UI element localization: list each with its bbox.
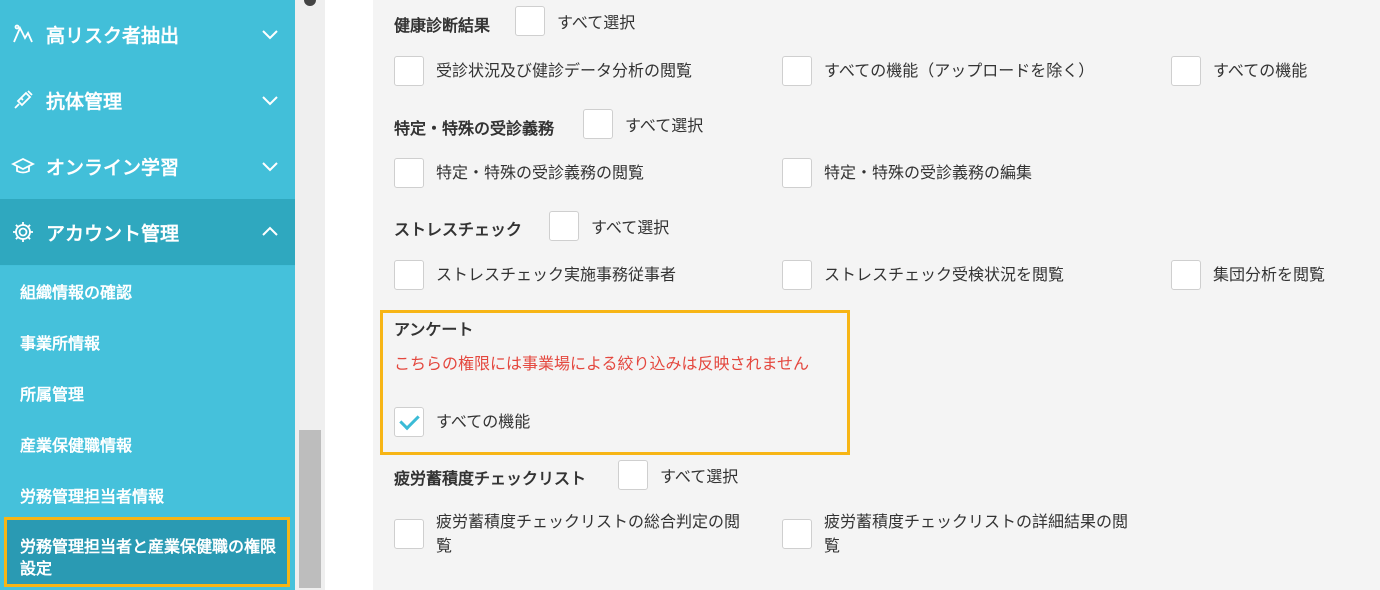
option-label: 疲労蓄積度チェックリストの総合判定の閲覧 [436,512,741,555]
option-label: すべての機能 [1213,61,1308,80]
permission-panel [373,0,1380,590]
option-checkup-all-except-upload[interactable]: すべての機能（アップロードを除く） [782,56,1094,86]
menu-label: 高リスク者抽出 [46,24,180,47]
option-special-exam-view[interactable]: 特定・特殊の受診義務の閲覧 [394,158,644,188]
submenu-labor-manager[interactable]: 労務管理担当者情報 [20,483,164,507]
option-label: 特定・特殊の受診義務の閲覧 [436,163,645,182]
menu-item-account-management[interactable]: アカウント管理 [0,199,295,265]
option-checkup-data-view[interactable]: 受診状況及び健診データ分析の閲覧 [394,56,692,86]
gear-icon [10,219,36,245]
chevron-down-icon [259,155,281,177]
select-all-stress-check[interactable]: すべて選択 [549,211,669,241]
submenu-department[interactable]: 所属管理 [20,381,84,405]
submenu-org-info[interactable]: 組織情報の確認 [20,279,132,303]
chevron-up-icon [259,221,281,243]
option-fatigue-overall-view[interactable]: 疲労蓄積度チェックリストの総合判定の閲覧 [394,510,754,558]
option-stress-practitioner[interactable]: ストレスチェック実施事務従事者 [394,260,676,290]
option-label: 疲労蓄積度チェックリストの詳細結果の閲覧 [824,512,1129,555]
section-title-survey: アンケート [394,320,474,339]
menu-item-high-risk[interactable]: 高リスク者抽出 [0,1,295,67]
menu-label: オンライン学習 [46,156,180,179]
option-stress-status-view[interactable]: ストレスチェック受検状況を閲覧 [782,260,1064,290]
graduation-cap-icon [10,153,36,179]
checkbox[interactable] [549,211,579,241]
option-fatigue-detail-view[interactable]: 疲労蓄積度チェックリストの詳細結果の閲覧 [782,510,1142,558]
checkbox[interactable] [782,56,812,86]
submenu-label: 労務管理担当者と産業保健職の権限設定 [20,537,277,578]
checkbox[interactable] [394,56,424,86]
submenu-office-info[interactable]: 事業所情報 [20,330,100,354]
section-title-stress-check: ストレスチェック [394,220,523,239]
checkbox[interactable] [515,6,545,36]
option-label: すべての機能 [436,412,531,431]
checkbox[interactable] [782,158,812,188]
sidebar: 高リスク者抽出 抗体管理 オンライン学習 アカウント管理 組織情報の確認 事業所 [0,0,295,590]
option-checkup-all[interactable]: すべての機能 [1171,56,1307,86]
checkbox-checked[interactable] [394,407,424,437]
submenu-permission-settings[interactable]: 労務管理担当者と産業保健職の権限設定 [4,517,290,587]
checkbox[interactable] [394,519,424,549]
survey-warning-text: こちらの権限には事業場による絞り込みは反映されません [394,354,810,373]
option-label: 特定・特殊の受診義務の編集 [824,163,1033,182]
scroll-up-arrow-icon[interactable] [304,0,316,6]
option-label: すべての機能（アップロードを除く） [824,61,1095,80]
scrollbar[interactable] [295,0,325,590]
section-title-health-checkup: 健康診断結果 [394,16,491,35]
checkbox[interactable] [394,158,424,188]
content-gutter [325,0,373,590]
chevron-down-icon [259,23,281,45]
option-label: ストレスチェック受検状況を閲覧 [824,265,1065,284]
section-title-fatigue: 疲労蓄積度チェックリスト [394,469,587,488]
checkbox[interactable] [394,260,424,290]
select-all-label: すべて選択 [591,218,670,237]
menu-item-online-learning[interactable]: オンライン学習 [0,133,295,199]
select-all-label: すべて選択 [625,116,704,135]
select-all-special-exam[interactable]: すべて選択 [583,109,703,139]
checkbox[interactable] [782,260,812,290]
checkbox[interactable] [583,109,613,139]
select-all-fatigue[interactable]: すべて選択 [618,460,738,490]
option-label: 受診状況及び健診データ分析の閲覧 [436,61,693,80]
checkbox[interactable] [1171,56,1201,86]
option-special-exam-edit[interactable]: 特定・特殊の受診義務の編集 [782,158,1032,188]
syringe-icon [10,87,36,113]
chevron-down-icon [259,89,281,111]
checkbox[interactable] [618,460,648,490]
checkbox[interactable] [1171,260,1201,290]
menu-label: 抗体管理 [46,90,123,113]
select-all-health-checkup[interactable]: すべて選択 [515,6,635,36]
checkbox[interactable] [782,519,812,549]
option-label: ストレスチェック実施事務従事者 [436,265,677,284]
select-all-label: すべて選択 [557,13,636,32]
section-title-special-exam: 特定・特殊の受診義務 [394,119,555,138]
option-group-analysis-view[interactable]: 集団分析を閲覧 [1171,260,1325,290]
submenu-health-staff[interactable]: 産業保健職情報 [20,432,132,456]
risk-icon [10,21,36,47]
option-survey-all[interactable]: すべての機能 [394,407,530,437]
option-label: 集団分析を閲覧 [1213,265,1326,284]
menu-label: アカウント管理 [46,222,180,245]
menu-item-antibody[interactable]: 抗体管理 [0,67,295,133]
scrollbar-thumb[interactable] [299,430,321,588]
select-all-label: すべて選択 [660,467,739,486]
